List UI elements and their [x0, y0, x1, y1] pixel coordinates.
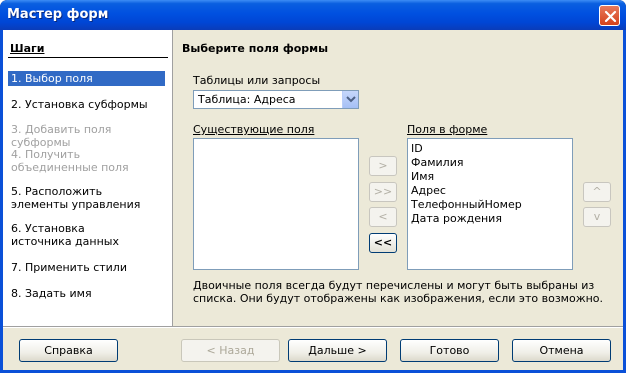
finish-button[interactable]: Готово	[400, 339, 499, 362]
title-bar[interactable]: Мастер форм	[0, 0, 626, 30]
binary-fields-note: Двоичные поля всегда будут перечислены и…	[193, 279, 604, 305]
step-5[interactable]: 5. Расположить элементы управления	[8, 184, 158, 212]
move-all-left-button[interactable]: <<	[369, 233, 397, 253]
steps-pane: Шаги 1. Выбор поля 2. Установка субформы…	[3, 30, 173, 326]
step-4: 4. Получить объединенные поля	[11, 148, 129, 174]
steps-title: Шаги	[10, 42, 45, 55]
dialog-body: Шаги 1. Выбор поля 2. Установка субформы…	[3, 30, 623, 370]
footer-separator	[3, 326, 623, 328]
move-all-right-button[interactable]: >>	[369, 182, 397, 202]
form-wizard-window: Мастер форм Шаги 1. Выбор поля 2. Устано…	[0, 0, 626, 373]
cancel-button[interactable]: Отмена	[512, 339, 611, 362]
help-button[interactable]: Справка	[19, 339, 118, 362]
page-title: Выберите поля формы	[182, 42, 329, 55]
list-item[interactable]: ID	[411, 142, 423, 155]
step-7[interactable]: 7. Применить стили	[8, 260, 165, 275]
form-fields-list[interactable]: ID Фамилия Имя Адрес ТелефонныйНомер Дат…	[407, 138, 573, 270]
window-title: Мастер форм	[7, 7, 109, 22]
tables-combobox[interactable]: Таблица: Адреса	[193, 90, 359, 109]
step-8[interactable]: 8. Задать имя	[8, 286, 165, 301]
move-down-button[interactable]: v	[583, 207, 611, 227]
close-button[interactable]	[599, 5, 620, 26]
combobox-dropdown-button[interactable]	[342, 91, 358, 108]
close-icon	[604, 10, 617, 23]
list-item[interactable]: Адрес	[411, 184, 446, 197]
next-button[interactable]: Дальше >	[288, 339, 387, 362]
list-item[interactable]: Фамилия	[411, 156, 463, 169]
form-fields-label: Поля в форме	[407, 123, 488, 136]
move-left-button[interactable]: <	[369, 207, 397, 227]
list-item[interactable]: ТелефонныйНомер	[411, 198, 522, 211]
move-right-button[interactable]: >	[369, 156, 397, 176]
back-button: < Назад	[181, 339, 280, 362]
step-6[interactable]: 6. Установка источника данных	[8, 221, 148, 249]
tables-combobox-value: Таблица: Адреса	[198, 93, 296, 106]
step-3: 3. Добавить поля субформы	[11, 123, 112, 149]
step-2[interactable]: 2. Установка субформы	[8, 97, 165, 112]
list-item[interactable]: Дата рождения	[411, 212, 502, 225]
step-1[interactable]: 1. Выбор поля	[8, 71, 165, 86]
move-up-button[interactable]: ^	[583, 182, 611, 202]
existing-fields-label: Существующие поля	[193, 123, 315, 136]
chevron-down-icon	[346, 96, 356, 103]
steps-divider	[8, 57, 168, 58]
existing-fields-list[interactable]	[193, 138, 359, 270]
tables-label: Таблицы или запросы	[193, 74, 321, 87]
list-item[interactable]: Имя	[411, 170, 434, 183]
